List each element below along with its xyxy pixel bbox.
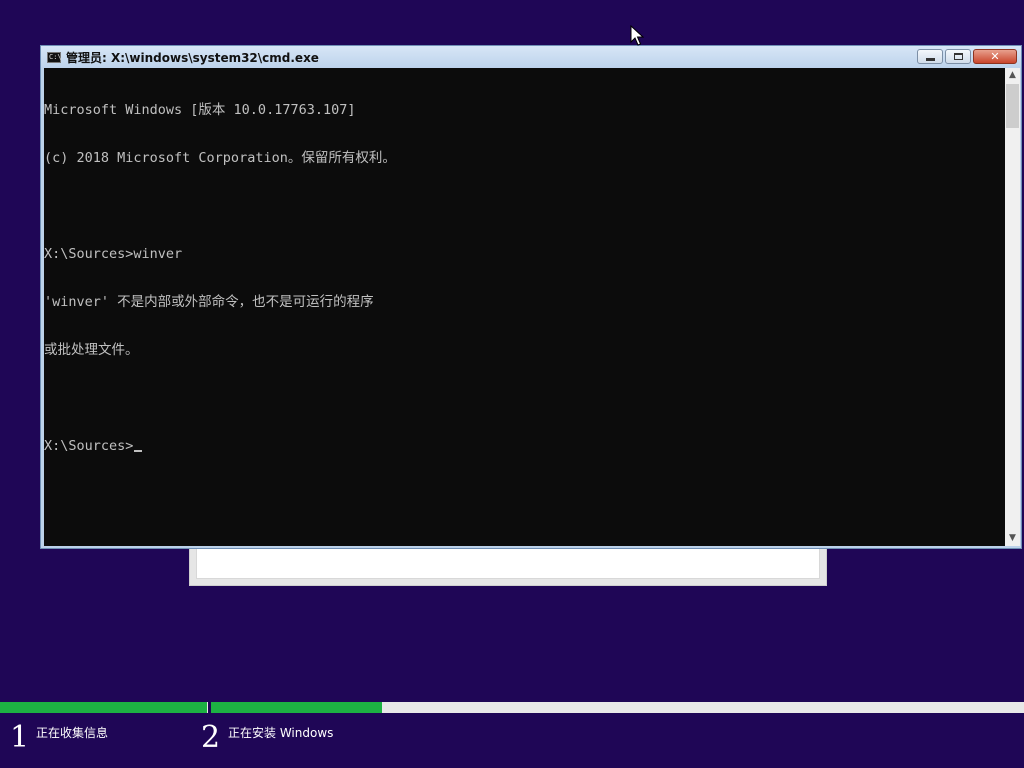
title-bar[interactable]: C:\ 管理员: X:\windows\system32\cmd.exe ✕ bbox=[41, 46, 1021, 68]
minimize-icon bbox=[925, 57, 935, 61]
setup-steps: 1 正在收集信息 2 正在安装 Windows bbox=[0, 713, 1024, 768]
console-output[interactable]: Microsoft Windows [版本 10.0.17763.107] (c… bbox=[44, 68, 1005, 546]
console-line: 或批处理文件。 bbox=[44, 342, 139, 358]
console-prompt: X:\Sources> bbox=[44, 438, 134, 454]
console-line: Microsoft Windows [版本 10.0.17763.107] bbox=[44, 102, 356, 118]
step-label: 正在收集信息 bbox=[36, 726, 109, 740]
maximize-button[interactable] bbox=[945, 49, 971, 64]
progress-segment-installing bbox=[211, 702, 382, 713]
console-line: 'winver' 不是内部或外部命令，也不是可运行的程序 bbox=[44, 294, 374, 310]
minimize-button[interactable] bbox=[917, 49, 943, 64]
close-button[interactable]: ✕ bbox=[973, 49, 1017, 64]
progress-segment-collecting bbox=[0, 702, 207, 713]
console-line: (c) 2018 Microsoft Corporation。保留所有权利。 bbox=[44, 150, 396, 166]
mouse-pointer-icon bbox=[630, 25, 644, 46]
console-text-area: Microsoft Windows [版本 10.0.17763.107] (c… bbox=[44, 70, 396, 486]
maximize-icon bbox=[953, 53, 963, 60]
console-prompt-line[interactable]: X:\Sources> bbox=[44, 438, 396, 454]
scroll-down-arrow-icon[interactable]: ▼ bbox=[1005, 531, 1020, 546]
console-icon[interactable]: C:\ bbox=[47, 52, 62, 63]
console-line: X:\Sources>winver bbox=[44, 246, 183, 262]
vertical-scrollbar[interactable]: ▲ ▼ bbox=[1005, 68, 1020, 546]
window-controls: ✕ bbox=[917, 49, 1017, 64]
step-label: 正在安装 Windows bbox=[228, 726, 334, 740]
close-icon: ✕ bbox=[990, 50, 1000, 63]
scroll-thumb[interactable] bbox=[1006, 84, 1019, 128]
scroll-up-arrow-icon[interactable]: ▲ bbox=[1005, 68, 1020, 83]
cmd-window[interactable]: C:\ 管理员: X:\windows\system32\cmd.exe ✕ M… bbox=[40, 45, 1022, 549]
step-number: 2 bbox=[201, 720, 221, 755]
text-cursor bbox=[134, 450, 143, 452]
step-number: 1 bbox=[10, 720, 30, 755]
setup-progress-bar bbox=[0, 702, 1024, 713]
window-title: 管理员: X:\windows\system32\cmd.exe bbox=[66, 51, 319, 65]
